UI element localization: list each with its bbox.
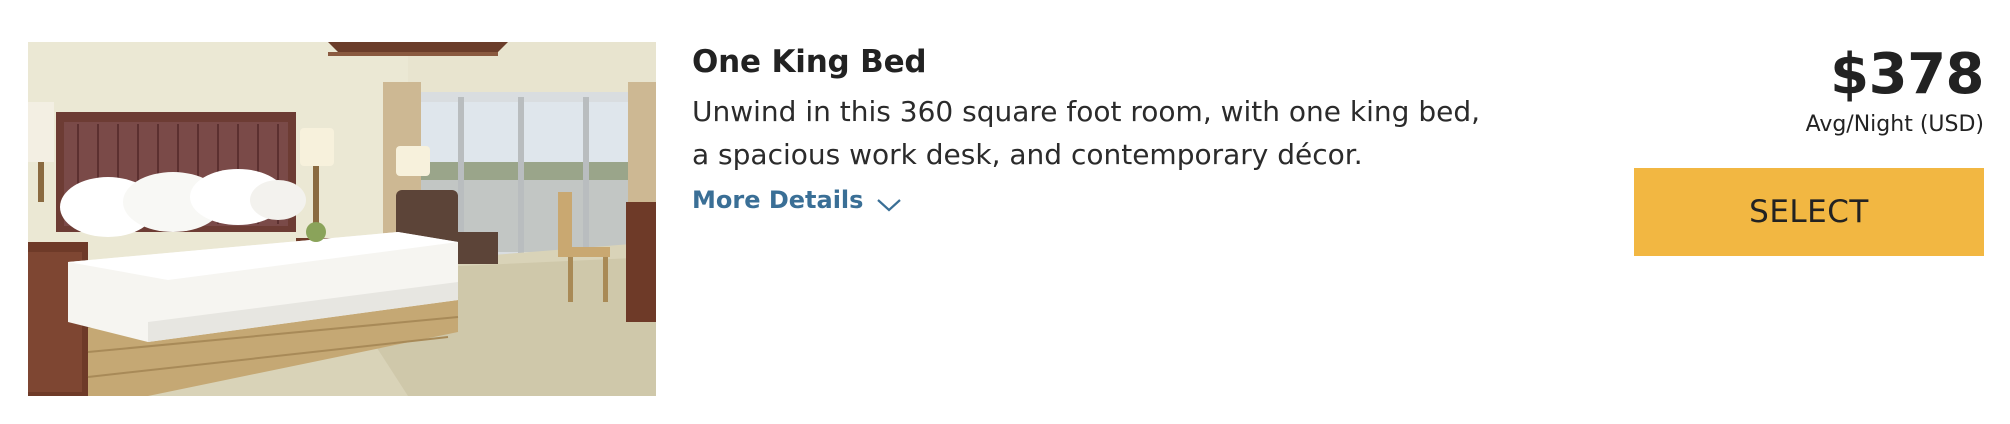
more-details-link[interactable]: More Details bbox=[692, 183, 903, 217]
price-note: Avg/Night (USD) bbox=[1805, 112, 1984, 137]
price-block: $378 Avg/Night (USD) bbox=[1564, 40, 1985, 140]
room-title: One King Bed bbox=[692, 44, 927, 80]
room-photo-image bbox=[28, 42, 656, 396]
room-info: One King Bed Unwind in this 360 square f… bbox=[692, 38, 1512, 217]
room-photo[interactable] bbox=[28, 42, 656, 396]
room-description: Unwind in this 360 square foot room, wit… bbox=[692, 95, 1481, 171]
more-details-label: More Details bbox=[692, 186, 864, 214]
room-card: One King Bed Unwind in this 360 square f… bbox=[0, 0, 2010, 424]
chevron-down-icon bbox=[875, 190, 903, 212]
price-amount: $378 bbox=[1830, 42, 1984, 107]
select-button[interactable]: SELECT bbox=[1634, 168, 1984, 256]
